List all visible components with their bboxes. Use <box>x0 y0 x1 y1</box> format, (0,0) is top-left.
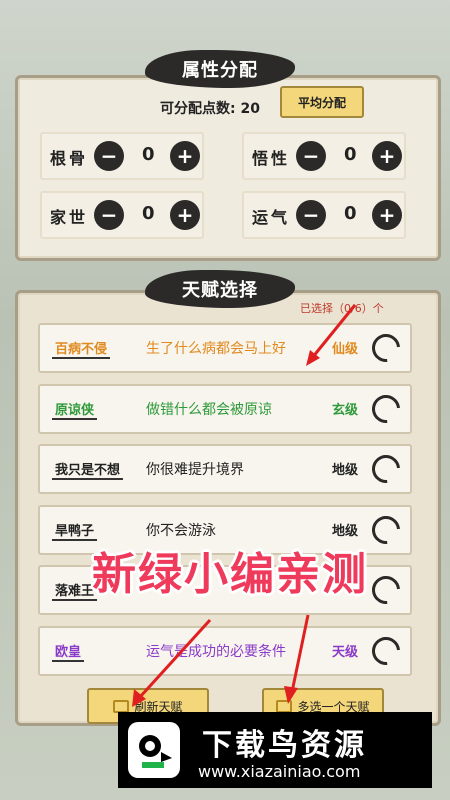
attr-name: 根骨 <box>50 149 89 168</box>
talent-name: 落难王 <box>52 580 98 601</box>
minus-button[interactable]: − <box>296 141 326 171</box>
site-logo-banner: 下载鸟资源 www.xiazainiao.com <box>118 712 432 788</box>
select-radio-icon[interactable] <box>366 328 406 368</box>
attr-value: 0 <box>344 144 357 165</box>
talent-desc: 做错什么都会被原谅 <box>146 402 272 418</box>
select-radio-icon[interactable] <box>366 389 406 429</box>
attr-value: 0 <box>344 203 357 224</box>
talent-card[interactable]: 欧皇 运气是成功的必要条件 天级 <box>38 626 412 676</box>
attr-name: 悟性 <box>252 149 291 168</box>
talent-name: 旱鸭子 <box>52 520 98 541</box>
attr-box-yunqi: 运气 − 0 + <box>242 191 406 239</box>
plus-button[interactable]: + <box>372 200 402 230</box>
attr-box-wuxing: 悟性 − 0 + <box>242 132 406 180</box>
attr-value: 0 <box>142 144 155 165</box>
talent-grade: 地级 <box>331 463 358 478</box>
watermark-text: 新绿小编亲测 <box>92 549 368 600</box>
talent-desc: 你很难提升境界 <box>146 462 244 478</box>
select-radio-icon[interactable] <box>366 510 406 550</box>
minus-button[interactable]: − <box>94 200 124 230</box>
talent-name: 原谅侠 <box>52 399 98 420</box>
attr-name: 家世 <box>50 208 89 227</box>
talent-grade: 玄级 <box>331 403 358 418</box>
talent-desc: 生了什么病都会马上好 <box>146 341 286 357</box>
talent-name: 欧皇 <box>52 641 85 662</box>
attr-value: 0 <box>142 203 155 224</box>
points-label: 可分配点数: 20 <box>160 101 260 117</box>
average-allocate-button[interactable]: 平均分配 <box>280 86 364 118</box>
select-radio-icon[interactable] <box>366 570 406 610</box>
select-radio-icon[interactable] <box>366 449 406 489</box>
talent-name: 我只是不想 <box>52 459 124 480</box>
talent-card[interactable]: 我只是不想 你很难提升境界 地级 <box>38 444 412 494</box>
plus-button[interactable]: + <box>170 200 200 230</box>
arrow-icon <box>284 614 310 704</box>
attr-box-jiashi: 家世 − 0 + <box>40 191 204 239</box>
talent-grade: 天级 <box>331 645 358 660</box>
talent-card[interactable]: 原谅侠 做错什么都会被原谅 玄级 <box>38 384 412 434</box>
talent-desc: 你不会游泳 <box>146 523 216 539</box>
minus-button[interactable]: − <box>296 200 326 230</box>
select-radio-icon[interactable] <box>366 631 406 671</box>
talent-grade: 地级 <box>331 524 358 539</box>
plus-button[interactable]: + <box>372 141 402 171</box>
attr-box-gengu: 根骨 − 0 + <box>40 132 204 180</box>
attr-name: 运气 <box>252 208 291 227</box>
arrow-icon <box>132 618 212 707</box>
logo-url: www.xiazainiao.com <box>198 762 361 781</box>
bird-logo-icon <box>128 722 180 778</box>
attribute-title: 属性分配 <box>145 50 295 88</box>
logo-text: 下载鸟资源 <box>202 728 367 763</box>
plus-button[interactable]: + <box>170 141 200 171</box>
arrow-icon <box>306 304 357 366</box>
minus-button[interactable]: − <box>94 141 124 171</box>
talent-title: 天赋选择 <box>145 270 295 308</box>
talent-name: 百病不侵 <box>52 338 111 359</box>
